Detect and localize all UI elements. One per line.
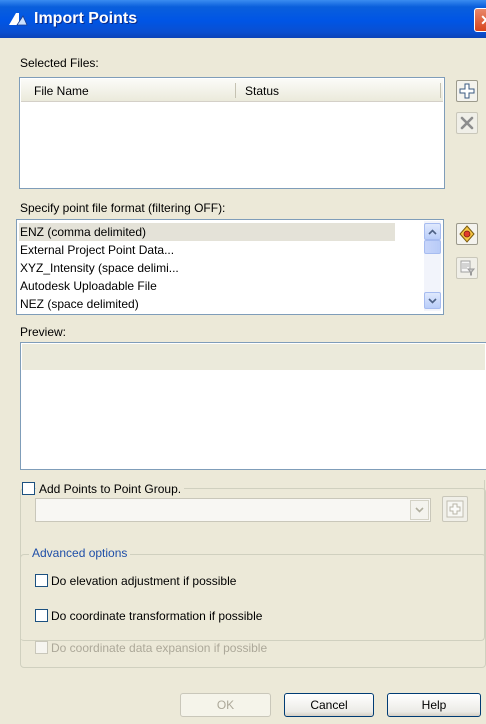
- format-item[interactable]: External Project Point Data...: [19, 241, 174, 259]
- selected-files-header: File Name Status: [21, 79, 443, 102]
- window-title: Import Points: [34, 10, 138, 27]
- preview-label: Preview:: [20, 325, 67, 339]
- advanced-options-title: Advanced options: [29, 546, 131, 560]
- chevron-down-icon: [415, 507, 424, 513]
- scroll-thumb[interactable]: [424, 240, 441, 254]
- elevation-adjustment-label[interactable]: Do elevation adjustment if possible: [51, 574, 236, 588]
- remove-file-button[interactable]: [456, 112, 478, 134]
- format-list-scrollbar[interactable]: [424, 221, 441, 311]
- add-to-point-group-checkbox[interactable]: [22, 482, 35, 495]
- coordinate-transformation-checkbox[interactable]: [35, 609, 48, 622]
- format-item[interactable]: ENZ (comma delimited): [19, 223, 395, 241]
- help-button[interactable]: Help: [387, 693, 481, 717]
- format-item[interactable]: NEZ (space delimited): [19, 295, 139, 313]
- format-item[interactable]: XYZ_Intensity (space delimi...: [19, 259, 179, 277]
- column-header-file-name[interactable]: File Name: [34, 84, 89, 98]
- ok-button: OK: [180, 693, 271, 717]
- manage-formats-button[interactable]: [456, 223, 478, 245]
- add-file-icon: [459, 83, 475, 99]
- preview-header: [22, 344, 485, 370]
- coordinate-transformation-label[interactable]: Do coordinate transformation if possible: [51, 609, 262, 623]
- selected-files-list[interactable]: File Name Status: [19, 77, 445, 189]
- create-point-group-button[interactable]: [442, 496, 468, 522]
- scroll-up-button[interactable]: [424, 223, 441, 240]
- add-point-group-icon: [446, 500, 464, 518]
- selected-files-label: Selected Files:: [20, 56, 99, 70]
- format-item[interactable]: Autodesk Uploadable File: [19, 277, 157, 295]
- close-button[interactable]: ✕: [474, 8, 486, 32]
- combo-dropdown-button[interactable]: [410, 500, 429, 520]
- column-separator[interactable]: [235, 83, 236, 98]
- chevron-up-icon: [428, 228, 437, 235]
- add-to-point-group-label[interactable]: Add Points to Point Group.: [36, 482, 185, 496]
- cancel-button[interactable]: Cancel: [284, 693, 374, 717]
- point-group-combo[interactable]: [35, 498, 431, 522]
- column-header-status[interactable]: Status: [245, 84, 279, 98]
- point-file-format-list[interactable]: ENZ (comma delimited) External Project P…: [16, 219, 444, 315]
- format-manager-icon: [459, 225, 475, 243]
- coordinate-data-expansion-checkbox: [35, 641, 48, 654]
- close-icon: ✕: [480, 12, 486, 28]
- filter-format-button[interactable]: [456, 257, 478, 279]
- add-file-button[interactable]: [456, 80, 478, 102]
- autocad-logo-icon: [9, 13, 28, 26]
- point-file-format-label: Specify point file format (filtering OFF…: [20, 201, 226, 215]
- delete-x-icon: [460, 116, 474, 130]
- chevron-down-icon: [428, 297, 437, 304]
- scroll-down-button[interactable]: [424, 292, 441, 309]
- filter-icon: [460, 260, 475, 276]
- title-bar[interactable]: Import Points ✕: [0, 0, 486, 38]
- column-separator[interactable]: [440, 83, 441, 98]
- preview-panel[interactable]: [20, 342, 486, 470]
- elevation-adjustment-checkbox[interactable]: [35, 574, 48, 587]
- coordinate-data-expansion-label: Do coordinate data expansion if possible: [51, 641, 268, 655]
